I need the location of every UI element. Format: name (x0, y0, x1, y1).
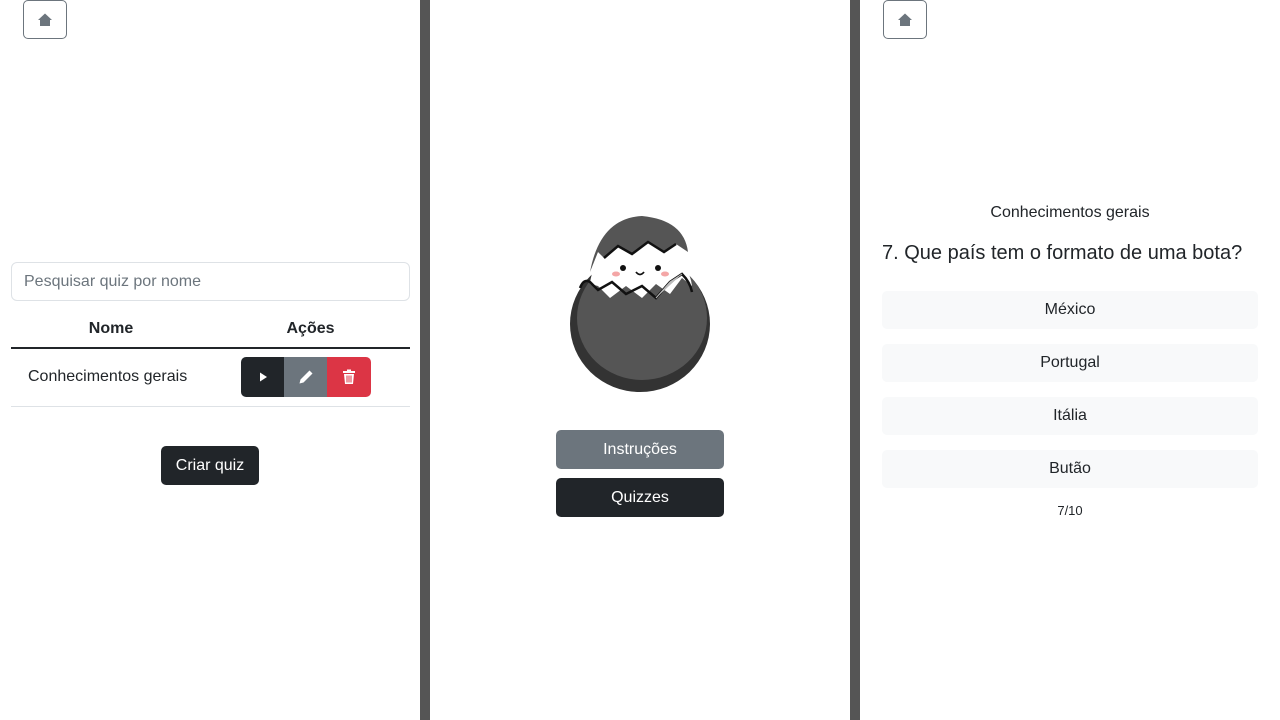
answer-option[interactable]: México (882, 291, 1258, 329)
trash-icon (343, 369, 355, 385)
play-button[interactable] (241, 357, 284, 398)
edit-button[interactable] (284, 357, 327, 398)
action-button-group (241, 357, 371, 398)
table-header-row: Nome Ações (11, 310, 410, 349)
home-panel: Instruções Quizzes (430, 0, 850, 720)
pencil-icon (299, 370, 312, 384)
create-quiz-button[interactable]: Criar quiz (161, 446, 259, 485)
quizzes-button[interactable]: Quizzes (556, 478, 724, 517)
quiz-table: Nome Ações Conhecimentos gerais (11, 310, 410, 407)
panel-divider (850, 0, 860, 720)
answer-option[interactable]: Butão (882, 450, 1258, 488)
column-header-name: Nome (11, 310, 211, 349)
question-progress: 7/10 (1057, 503, 1083, 518)
actions-cell (211, 348, 410, 407)
quiz-title: Conhecimentos gerais (990, 204, 1150, 221)
delete-button[interactable] (327, 357, 371, 398)
quiz-name-cell: Conhecimentos gerais (11, 348, 211, 407)
answer-option[interactable]: Portugal (882, 344, 1258, 382)
house-icon (38, 13, 52, 26)
cracked-egg-mascot (570, 216, 710, 392)
home-button[interactable] (883, 0, 927, 39)
home-button[interactable] (23, 0, 67, 39)
search-input[interactable] (11, 262, 410, 301)
panel-divider (420, 0, 430, 720)
quiz-play-panel: Conhecimentos gerais 7. Que país tem o f… (860, 0, 1280, 720)
table-row: Conhecimentos gerais (11, 348, 410, 407)
question-text: 7. Que país tem o formato de uma bota? (882, 242, 1243, 264)
answer-option[interactable]: Itália (882, 397, 1258, 435)
column-header-actions: Ações (211, 310, 410, 349)
house-icon (898, 13, 912, 26)
quiz-list-panel: Nome Ações Conhecimentos gerais (0, 0, 420, 720)
instructions-button[interactable]: Instruções (556, 430, 724, 469)
play-icon (259, 372, 267, 382)
